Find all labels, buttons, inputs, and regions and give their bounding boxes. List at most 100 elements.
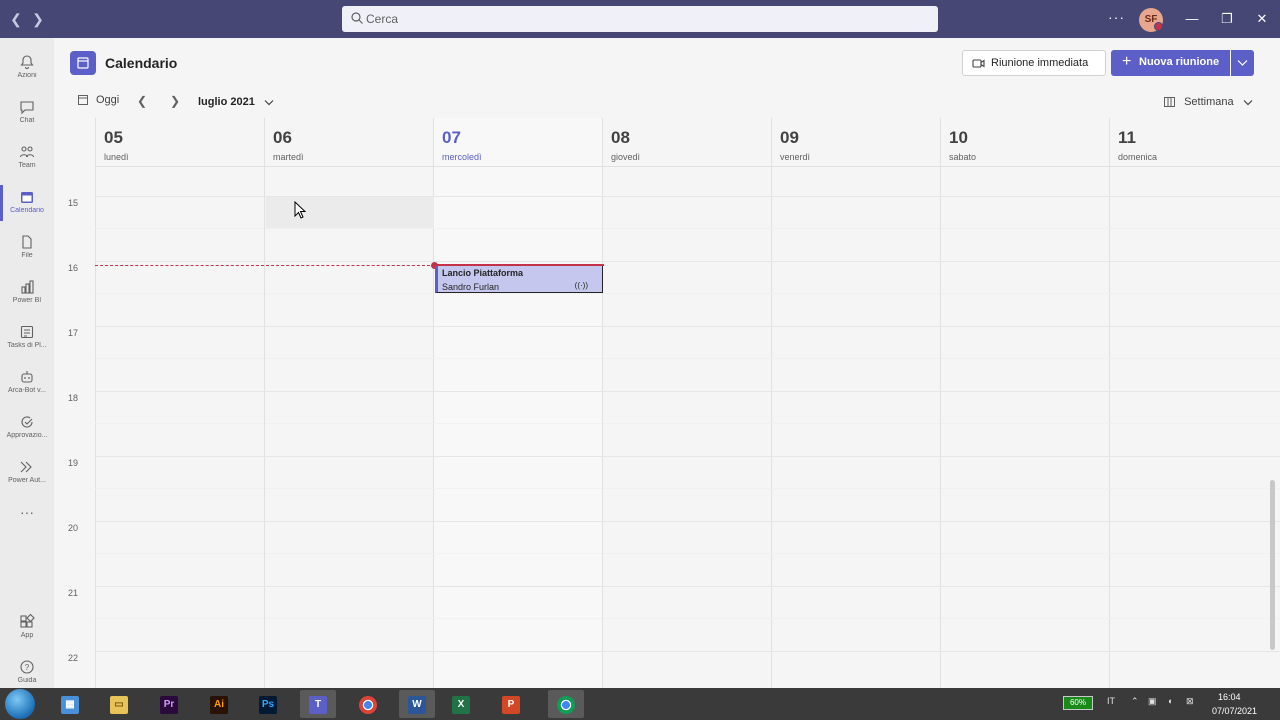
taskbar-chrome[interactable] <box>350 690 386 718</box>
taskbar-date[interactable]: 07/07/2021 <box>1212 706 1257 716</box>
team-icon <box>19 146 35 158</box>
powerbi-icon <box>21 280 34 294</box>
volume-icon[interactable]: ◖ <box>1167 696 1172 706</box>
automate-icon <box>20 461 32 473</box>
svg-text:?: ? <box>25 663 30 672</box>
event-title: Lancio Piattaforma <box>442 268 524 278</box>
taskbar-filemanager[interactable]: ▭ <box>101 690 137 718</box>
day-number: 08 <box>611 128 630 147</box>
maximize-button[interactable]: ❐ <box>1217 9 1237 29</box>
security-icon[interactable]: ⊠ <box>1186 696 1194 707</box>
rail-item-bot[interactable]: Arca-Bot v... <box>0 361 54 406</box>
day-column[interactable]: 08 giovedì <box>602 118 771 688</box>
minimize-button[interactable]: — <box>1182 9 1202 29</box>
previous-week-icon[interactable]: ❮ <box>137 95 149 107</box>
page-title: Calendario <box>105 55 178 71</box>
new-meeting-button[interactable]: + Nuova riunione <box>1111 50 1230 76</box>
premiere-icon: Pr <box>160 695 178 714</box>
excel-icon: X <box>452 695 470 714</box>
more-options-icon[interactable]: ··· <box>1108 9 1125 25</box>
taskbar-photoshop[interactable]: Ps <box>250 690 286 718</box>
week-grid: 05 lunedì 06 martedì 07 mercoledì 08 gio… <box>54 118 1280 688</box>
rail-item-chat[interactable]: Chat <box>0 91 54 136</box>
day-column[interactable]: 09 venerdì <box>771 118 940 688</box>
bell-icon <box>20 55 34 69</box>
show-hidden-icons[interactable]: ⌃ <box>1131 696 1139 707</box>
bot-icon <box>21 371 33 383</box>
rail-label: Guida <box>17 677 37 684</box>
taskbar-explorer[interactable]: ▦ <box>52 690 88 718</box>
taskbar-powerpoint[interactable]: P <box>493 690 529 718</box>
new-meeting-dropdown[interactable] <box>1231 50 1254 76</box>
calendar-event[interactable]: Lancio Piattaforma Sandro Furlan ((·)) <box>435 266 603 293</box>
taskbar-teams[interactable]: T <box>300 690 336 718</box>
view-switcher[interactable]: Settimana <box>1164 96 1253 108</box>
hour-line <box>95 196 1280 197</box>
rail-item-tasks[interactable]: Tasks di Pl... <box>0 316 54 361</box>
half-hour-line <box>95 618 1280 619</box>
month-label: luglio 2021 <box>198 96 255 108</box>
day-name: domenica <box>1118 152 1158 162</box>
hour-label: 19 <box>68 458 79 468</box>
input-language[interactable]: IT <box>1107 696 1115 706</box>
taskbar-illustrator[interactable]: Ai <box>201 690 237 718</box>
day-column-today[interactable]: 07 mercoledì <box>433 118 602 688</box>
file-icon <box>22 235 32 249</box>
close-button[interactable]: ✕ <box>1252 9 1272 29</box>
word-icon: W <box>408 695 426 714</box>
plus-icon: + <box>1122 53 1132 70</box>
day-name: giovedì <box>611 152 641 162</box>
rail-item-activity[interactable]: Azioni <box>0 46 54 91</box>
taskbar-time[interactable]: 16:04 <box>1218 692 1241 702</box>
half-hour-line <box>95 423 1280 424</box>
hour-label: 17 <box>68 328 79 338</box>
day-column[interactable]: 10 sabato <box>940 118 1109 688</box>
new-meeting-label: Nuova riunione <box>1139 56 1220 68</box>
taskbar-word[interactable]: W <box>399 690 435 718</box>
calendar-icon <box>21 192 33 203</box>
half-hour-line <box>95 553 1280 554</box>
taskbar-chrome-2[interactable] <box>548 690 584 718</box>
rail-label: File <box>21 252 33 259</box>
windows-start-button[interactable] <box>5 689 35 719</box>
rail-item-calendar[interactable]: Calendario <box>0 181 54 226</box>
view-label: Settimana <box>1184 96 1234 108</box>
chrome-icon <box>359 695 377 714</box>
half-hour-line <box>95 293 1280 294</box>
hour-line <box>95 586 1280 587</box>
rail-item-automate[interactable]: Power Aut... <box>0 451 54 496</box>
rail-item-powerbi[interactable]: Power BI <box>0 271 54 316</box>
rail-item-approvals[interactable]: Approvazio... <box>0 406 54 451</box>
rail-label: Tasks di Pl... <box>7 342 47 349</box>
day-column[interactable]: 11 domenica <box>1109 118 1278 688</box>
forward-arrow-icon[interactable]: ❯ <box>30 10 46 28</box>
rail-more-button[interactable]: ··· <box>0 496 54 541</box>
rail-item-team[interactable]: Team <box>0 136 54 181</box>
taskbar-premiere[interactable]: Pr <box>151 690 187 718</box>
chevron-down-icon <box>1243 99 1253 105</box>
next-week-icon[interactable]: ❯ <box>170 95 182 107</box>
hour-line <box>95 456 1280 457</box>
back-arrow-icon[interactable]: ❮ <box>8 10 24 28</box>
rail-item-files[interactable]: File <box>0 226 54 271</box>
battery-indicator[interactable]: 60% <box>1063 696 1093 710</box>
search-box[interactable]: Cerca <box>342 6 938 32</box>
title-bar: ❮ ❯ Cerca ··· SF — ❐ ✕ <box>0 0 1280 38</box>
explorer-icon: ▦ <box>61 695 79 714</box>
meet-now-button[interactable]: Riunione immediata <box>962 50 1106 76</box>
vertical-scrollbar[interactable] <box>1270 480 1275 650</box>
calendar-app-icon <box>70 51 96 75</box>
day-name: mercoledì <box>442 152 482 162</box>
day-column[interactable]: 05 lunedì <box>95 118 264 688</box>
taskbar-excel[interactable]: X <box>443 690 479 718</box>
hovered-time-slot[interactable] <box>266 196 434 228</box>
presence-status-icon <box>1154 22 1163 31</box>
app-rail: Azioni Chat Team Calendario File Power B… <box>0 38 54 688</box>
search-placeholder: Cerca <box>366 12 399 26</box>
month-picker[interactable]: luglio 2021 <box>198 96 274 108</box>
hour-label: 16 <box>68 263 79 273</box>
half-hour-line <box>95 358 1280 359</box>
rail-item-apps[interactable]: App <box>0 606 54 651</box>
calendar-header: Calendario Riunione immediata + Nuova ri… <box>54 38 1280 118</box>
network-icon[interactable]: ▣ <box>1148 696 1157 707</box>
